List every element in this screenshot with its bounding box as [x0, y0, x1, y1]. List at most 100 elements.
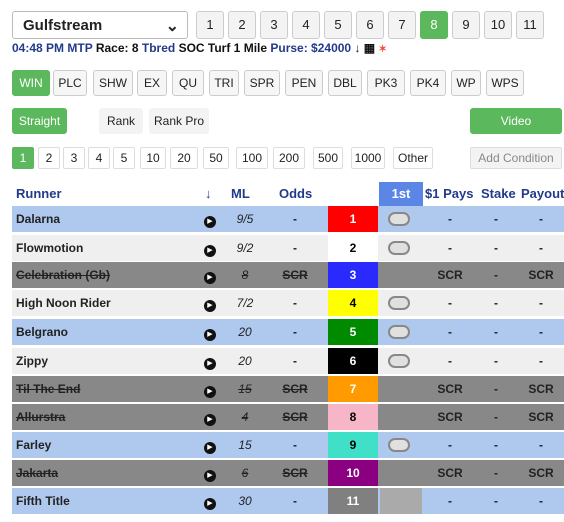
header-ml[interactable]: ML	[231, 182, 250, 206]
rank-button[interactable]: Rank	[99, 108, 143, 134]
amount-200[interactable]: 200	[273, 147, 305, 169]
amount-10[interactable]: 10	[140, 147, 166, 169]
runner-name: Farley	[16, 438, 52, 452]
morning-line: 4	[241, 410, 249, 424]
runner-row[interactable]: Til The End ▶ 15 SCR 7 SCR - SCR	[12, 376, 564, 402]
runner-row[interactable]: Flowmotion ▶ 9/2 - 2 - - -	[12, 235, 564, 261]
runner-row[interactable]: High Noon Rider ▶ 7/2 - 4 - - -	[12, 290, 564, 316]
pays-value: -	[448, 241, 452, 255]
runner-row[interactable]: Farley ▶ 15 - 9 - - -	[12, 432, 564, 458]
race-tab-5[interactable]: 5	[324, 11, 352, 39]
stake-value: -	[494, 354, 498, 368]
bet-type-tri[interactable]: TRI	[209, 70, 239, 96]
play-video-icon[interactable]: ▶	[204, 432, 218, 458]
bet-type-win[interactable]: WIN	[12, 70, 50, 96]
race-tab-3[interactable]: 3	[260, 11, 288, 39]
bet-type-ex[interactable]: EX	[137, 70, 167, 96]
amount-500[interactable]: 500	[313, 147, 343, 169]
amount-5[interactable]: 5	[113, 147, 135, 169]
track-select[interactable]: Gulfstream ⌄	[12, 11, 188, 39]
bet-type-dbl[interactable]: DBL	[328, 70, 362, 96]
straight-button[interactable]: Straight	[12, 108, 67, 134]
play-video-icon[interactable]: ▶	[204, 206, 218, 232]
bet-type-wp[interactable]: WP	[451, 70, 481, 96]
rank-pro-button[interactable]: Rank Pro	[149, 108, 209, 134]
odds-value: SCR	[282, 268, 308, 282]
play-video-icon[interactable]: ▶	[204, 319, 218, 345]
race-tab-2[interactable]: 2	[228, 11, 256, 39]
play-video-icon[interactable]: ▶	[204, 235, 218, 261]
race-tab-10[interactable]: 10	[484, 11, 512, 39]
amount-20[interactable]: 20	[170, 147, 198, 169]
first-select-toggle[interactable]	[380, 290, 422, 316]
runner-row[interactable]: Fifth Title ▶ 30 - 11 - - -	[12, 488, 564, 514]
header-odds[interactable]: Odds	[279, 182, 312, 206]
program-number: 7	[328, 376, 378, 402]
race-tab-4[interactable]: 4	[292, 11, 320, 39]
runner-row[interactable]: Jakarta ▶ 6 SCR 10 SCR - SCR	[12, 460, 564, 486]
first-select-toggle[interactable]	[380, 432, 422, 458]
stake-value: -	[494, 241, 498, 255]
program-icon[interactable]: ▦	[364, 41, 375, 55]
play-video-icon[interactable]: ▶	[204, 488, 218, 514]
bet-type-pk4[interactable]: PK4	[410, 70, 446, 96]
amount-3[interactable]: 3	[63, 147, 85, 169]
header-pays[interactable]: $1 Pays	[425, 182, 473, 206]
header-payout[interactable]: Payout	[521, 182, 564, 206]
race-tab-6[interactable]: 6	[356, 11, 384, 39]
play-video-icon[interactable]: ▶	[204, 460, 218, 486]
amount-other[interactable]: Other	[393, 147, 433, 169]
first-select-toggle[interactable]	[380, 348, 422, 374]
header-stake[interactable]: Stake	[481, 182, 516, 206]
bet-type-qu[interactable]: QU	[172, 70, 204, 96]
race-tab-7[interactable]: 7	[388, 11, 416, 39]
bet-type-plc[interactable]: PLC	[53, 70, 87, 96]
bet-type-shw[interactable]: SHW	[93, 70, 133, 96]
play-video-icon[interactable]: ▶	[204, 290, 218, 316]
video-button[interactable]: Video	[470, 108, 562, 134]
first-select-toggle[interactable]	[380, 319, 422, 345]
payout-value: SCR	[528, 382, 554, 396]
race-tab-8[interactable]: 8	[420, 11, 448, 39]
play-video-icon[interactable]: ▶	[204, 376, 218, 402]
runner-row[interactable]: Allurstra ▶ 4 SCR 8 SCR - SCR	[12, 404, 564, 430]
program-number: 4	[328, 290, 378, 316]
first-select-toggle[interactable]	[380, 235, 422, 261]
payout-value: -	[539, 212, 543, 226]
bet-type-pen[interactable]: PEN	[285, 70, 323, 96]
first-select-disabled	[380, 460, 422, 486]
payout-value: SCR	[528, 466, 554, 480]
program-number: 6	[328, 348, 378, 374]
runner-row[interactable]: Dalarna ▶ 9/5 - 1 - - -	[12, 206, 564, 232]
race-tab-9[interactable]: 9	[452, 11, 480, 39]
amount-1000[interactable]: 1000	[351, 147, 385, 169]
mtp-label: MTP	[67, 41, 93, 55]
header-first[interactable]: 1st	[379, 182, 423, 206]
first-select-disabled	[380, 262, 422, 288]
runner-row[interactable]: Zippy ▶ 20 - 6 - - -	[12, 348, 564, 374]
add-condition-button[interactable]: Add Condition	[470, 147, 562, 169]
race-tab-11[interactable]: 11	[516, 11, 544, 39]
runner-name: Fifth Title	[16, 494, 70, 508]
bet-type-wps[interactable]: WPS	[486, 70, 524, 96]
play-video-icon[interactable]: ▶	[204, 404, 218, 430]
runner-row[interactable]: Belgrano ▶ 20 - 5 - - -	[12, 319, 564, 345]
amount-100[interactable]: 100	[236, 147, 268, 169]
amount-4[interactable]: 4	[88, 147, 110, 169]
amount-50[interactable]: 50	[203, 147, 229, 169]
amount-1[interactable]: 1	[12, 147, 34, 169]
first-select-toggle[interactable]	[380, 206, 422, 232]
runner-row[interactable]: Celebration (Gb) ▶ 8 SCR 3 SCR - SCR	[12, 262, 564, 288]
bet-type-pk3[interactable]: PK3	[367, 70, 405, 96]
header-runner[interactable]: Runner	[16, 182, 62, 206]
sort-down-icon[interactable]: ↓	[354, 41, 360, 55]
race-tab-1[interactable]: 1	[196, 11, 224, 39]
first-select-disabled	[380, 376, 422, 402]
amount-2[interactable]: 2	[38, 147, 60, 169]
sort-arrow-icon[interactable]: ↓	[205, 182, 212, 206]
play-video-icon[interactable]: ▶	[204, 348, 218, 374]
bet-type-spr[interactable]: SPR	[244, 70, 280, 96]
pays-value: -	[448, 296, 452, 310]
play-video-icon[interactable]: ▶	[204, 262, 218, 288]
stake-value: -	[494, 296, 498, 310]
